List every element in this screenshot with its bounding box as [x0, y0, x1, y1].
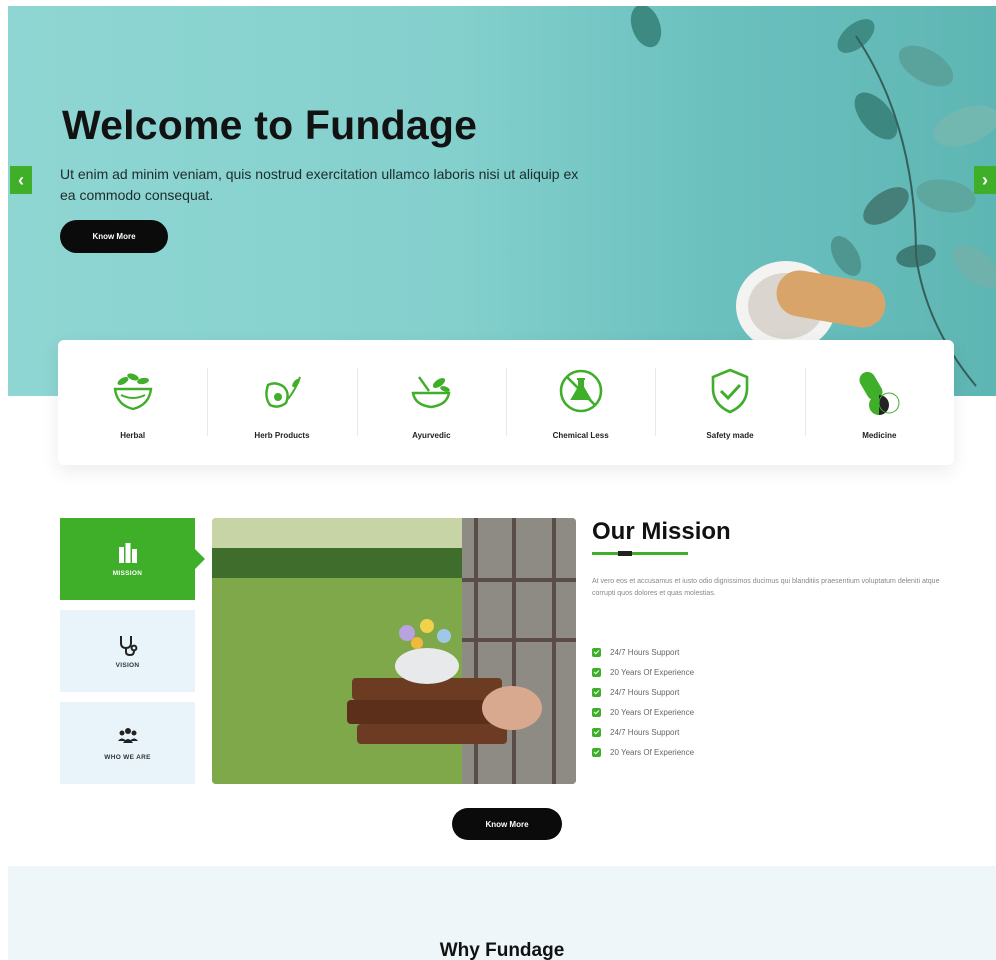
slider-next-arrow-icon[interactable]: ›: [974, 166, 996, 194]
title-underline: [592, 551, 688, 556]
tab-label: WHO WE ARE: [104, 754, 151, 761]
no-chemical-flask-icon: [559, 369, 602, 413]
check-icon: [592, 647, 601, 657]
hero-know-more-button[interactable]: Know More: [60, 220, 168, 253]
list-item: 24/7 Hours Support: [592, 642, 694, 662]
tab-vision[interactable]: VISION: [60, 610, 195, 692]
feature-ayurvedic[interactable]: Ayurvedic: [356, 340, 506, 465]
mission-description: At vero eos et accusamus et iusto odio d…: [592, 578, 940, 597]
hero-banner: Welcome to Fundage Ut enim ad minim veni…: [8, 6, 996, 396]
eucalyptus-mortar-image: [630, 6, 996, 387]
feature-label: Chemical Less: [552, 431, 609, 440]
tab-who-we-are[interactable]: WHO WE ARE: [60, 702, 195, 784]
list-item-text: 20 Years Of Experience: [610, 667, 695, 677]
list-item-text: 20 Years Of Experience: [610, 707, 695, 717]
feature-chemical-less[interactable]: Chemical Less: [505, 340, 655, 465]
why-section: Why Fundage: [8, 866, 996, 960]
herbal-field-photo: [212, 518, 576, 784]
ayurvedic-bowl-icon: [411, 376, 451, 409]
features-card: Herbal Herb Products Ayurvedic Chemical …: [58, 340, 954, 465]
list-item: 20 Years Of Experience: [592, 662, 694, 682]
list-item: 24/7 Hours Support: [592, 722, 694, 742]
mortar-herbs-icon: [113, 373, 153, 411]
team-icon: [117, 728, 138, 743]
feature-herb-products[interactable]: Herb Products: [207, 340, 356, 465]
feature-label: Ayurvedic: [412, 431, 451, 440]
hero-subtitle: Ut enim ad minim veniam, quis nostrud ex…: [60, 166, 579, 203]
list-item-text: 20 Years Of Experience: [610, 747, 695, 757]
feature-medicine[interactable]: Medicine: [804, 340, 954, 465]
list-item-text: 24/7 Hours Support: [610, 727, 680, 737]
check-icon: [592, 687, 601, 697]
feature-label: Medicine: [862, 431, 897, 440]
tab-label: MISSION: [112, 570, 143, 577]
check-icon: [592, 707, 601, 717]
check-icon: [592, 747, 601, 757]
check-icon: [592, 667, 601, 677]
stethoscope-icon: [119, 636, 137, 657]
mission-list: 24/7 Hours Support 20 Years Of Experienc…: [592, 642, 694, 762]
tab-mission[interactable]: MISSION: [60, 518, 205, 600]
hero-title: Welcome to Fundage: [62, 102, 478, 148]
feature-label: Herbal: [120, 431, 146, 440]
building-icon: [118, 543, 137, 563]
feature-herbal[interactable]: Herbal: [58, 340, 207, 465]
list-item-text: 24/7 Hours Support: [610, 687, 680, 697]
why-title: Why Fundage: [439, 940, 565, 960]
capsule-icon: [859, 371, 900, 415]
feature-label: Herb Products: [254, 431, 310, 440]
check-icon: [592, 727, 601, 737]
mission-title: Our Mission: [592, 518, 731, 545]
herb-bottle-icon: [265, 376, 301, 408]
feature-label: Safety made: [706, 431, 754, 440]
list-item: 20 Years Of Experience: [592, 742, 694, 762]
tab-label: VISION: [115, 662, 140, 669]
list-item: 24/7 Hours Support: [592, 682, 694, 702]
list-item: 20 Years Of Experience: [592, 702, 694, 722]
slider-prev-arrow-icon[interactable]: ‹: [10, 166, 32, 194]
mission-know-more-button[interactable]: Know More: [452, 808, 562, 840]
shield-check-icon: [711, 368, 749, 414]
feature-safety-made[interactable]: Safety made: [655, 340, 804, 465]
list-item-text: 24/7 Hours Support: [610, 647, 680, 657]
